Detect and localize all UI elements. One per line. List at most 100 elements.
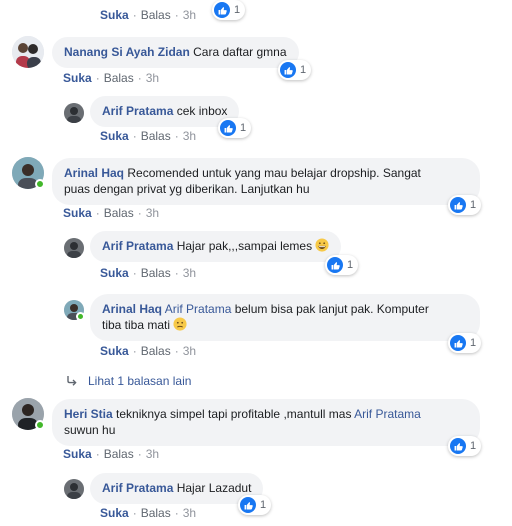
comment-text-line1: tekniknya simpel tapi profitable ,mantul… [112,407,355,421]
like-reaction-icon [214,2,230,18]
reaction-count-badge[interactable]: 1 [238,495,272,515]
reply-actions: Suka · Balas · 3h [100,506,196,520]
avatar-man-icon [64,238,84,258]
comment-actions: Suka · Balas · 3h [100,8,196,22]
comment-author[interactable]: Arinal Haq [64,166,124,180]
reply-actions: Suka · Balas · 3h [100,129,196,143]
reply-actions: Suka · Balas · 3h [100,344,196,358]
comment-mention[interactable]: Arif Pratama [354,407,421,421]
like-reaction-icon [450,197,466,213]
comment-actions: Suka · Balas · 3h [63,71,159,85]
grin-emoji-icon [315,238,330,252]
reply-bubble: Arif Pratama Hajar pak,,,sampai lemes [90,231,342,262]
reaction-count-badge[interactable]: 1 [218,118,252,138]
confused-emoji-icon [173,317,187,331]
comment-timestamp[interactable]: 3h [183,8,196,22]
reaction-count-badge[interactable]: 1 [212,0,246,20]
like-link[interactable]: Suka [100,344,129,358]
comment-text-line2: suwun hu [64,423,116,437]
separator-dot: · [95,71,100,85]
like-reaction-icon [220,120,236,136]
reply-link[interactable]: Balas [104,447,134,461]
reply-bubble: Arinal Haq Arif Pratama belum bisa pak l… [90,294,480,341]
separator-dot: · [132,344,137,358]
reaction-count-badge[interactable]: 1 [448,436,482,456]
separator-dot: · [95,206,100,220]
reaction-count-badge[interactable]: 1 [325,255,359,275]
reply-arrow-icon [67,376,77,386]
separator-dot: · [132,129,137,143]
avatar[interactable] [64,103,84,123]
view-more-replies-link[interactable]: Lihat 1 balasan lain [66,374,191,388]
separator-dot: · [174,129,179,143]
like-link[interactable]: Suka [100,8,129,22]
reply-link[interactable]: Balas [104,71,134,85]
reply-timestamp[interactable]: 3h [183,344,196,358]
comment-author[interactable]: Heri Stia [64,407,113,421]
reply-bubble: Arif Pratama Hajar Lazadut [90,473,264,504]
reply-timestamp[interactable]: 3h [183,129,196,143]
reply-link[interactable]: Balas [141,506,171,520]
separator-dot: · [174,8,179,22]
reply-text: Hajar Lazadut [176,481,252,495]
comment-timestamp[interactable]: 3h [146,206,159,220]
like-link[interactable]: Suka [63,206,92,220]
like-reaction-icon [240,497,256,513]
reply-link[interactable]: Balas [141,129,171,143]
reply-author[interactable]: Arif Pratama [102,239,173,253]
reaction-count-badge[interactable]: 1 [278,60,312,80]
separator-dot: · [137,447,142,461]
like-link[interactable]: Suka [63,447,92,461]
reply-text-line2: tiba tiba mati [102,318,171,332]
comment-timestamp[interactable]: 3h [146,71,159,85]
reply-text-line1: belum bisa pak lanjut pak. Komputer [231,302,429,316]
reply-author[interactable]: Arif Pratama [102,481,173,495]
reaction-count: 1 [470,440,477,452]
reply-actions: Suka · Balas · 3h [100,266,196,280]
comment-bubble: Arinal Haq Recomended untuk yang mau bel… [52,158,480,205]
like-link[interactable]: Suka [100,129,129,143]
reaction-count-badge[interactable]: 1 [448,333,482,353]
like-reaction-icon [450,335,466,351]
like-reaction-icon [327,257,343,273]
avatar-couple-icon [12,36,44,68]
reply-link[interactable]: Balas [104,206,134,220]
reaction-count: 1 [234,4,241,16]
like-link[interactable]: Suka [100,506,129,520]
reaction-count-badge[interactable]: 1 [448,195,482,215]
reply-mention[interactable]: Arif Pratama [165,302,232,316]
reply-bubble: Arif Pratama cek inbox [90,96,240,127]
comment-text: Cara daftar gmna [193,45,287,59]
reaction-count: 1 [470,337,477,349]
reply-author[interactable]: Arinal Haq [102,302,162,316]
separator-dot: · [137,71,142,85]
reaction-count: 1 [300,64,307,76]
avatar[interactable] [64,238,84,258]
reply-timestamp[interactable]: 3h [183,266,196,280]
separator-dot: · [132,506,137,520]
separator-dot: · [174,266,179,280]
separator-dot: · [174,344,179,358]
comment-actions: Suka · Balas · 3h [63,206,159,220]
reply-timestamp[interactable]: 3h [183,506,196,520]
reply-link[interactable]: Balas [141,8,171,22]
reply-text: cek inbox [176,104,228,118]
reply-link[interactable]: Balas [141,344,171,358]
reaction-count: 1 [240,122,247,134]
comment-author[interactable]: Nanang Si Ayah Zidan [64,45,190,59]
like-reaction-icon [280,62,296,78]
online-status-indicator [76,312,85,321]
online-status-indicator [35,420,45,430]
avatar[interactable] [12,36,44,68]
like-link[interactable]: Suka [100,266,129,280]
like-link[interactable]: Suka [63,71,92,85]
separator-dot: · [132,266,137,280]
separator-dot: · [132,8,137,22]
reply-author[interactable]: Arif Pratama [102,104,173,118]
view-more-replies-label[interactable]: Lihat 1 balasan lain [88,374,191,388]
separator-dot: · [174,506,179,520]
reply-link[interactable]: Balas [141,266,171,280]
reaction-count: 1 [470,199,477,211]
comment-timestamp[interactable]: 3h [146,447,159,461]
avatar[interactable] [64,479,84,499]
